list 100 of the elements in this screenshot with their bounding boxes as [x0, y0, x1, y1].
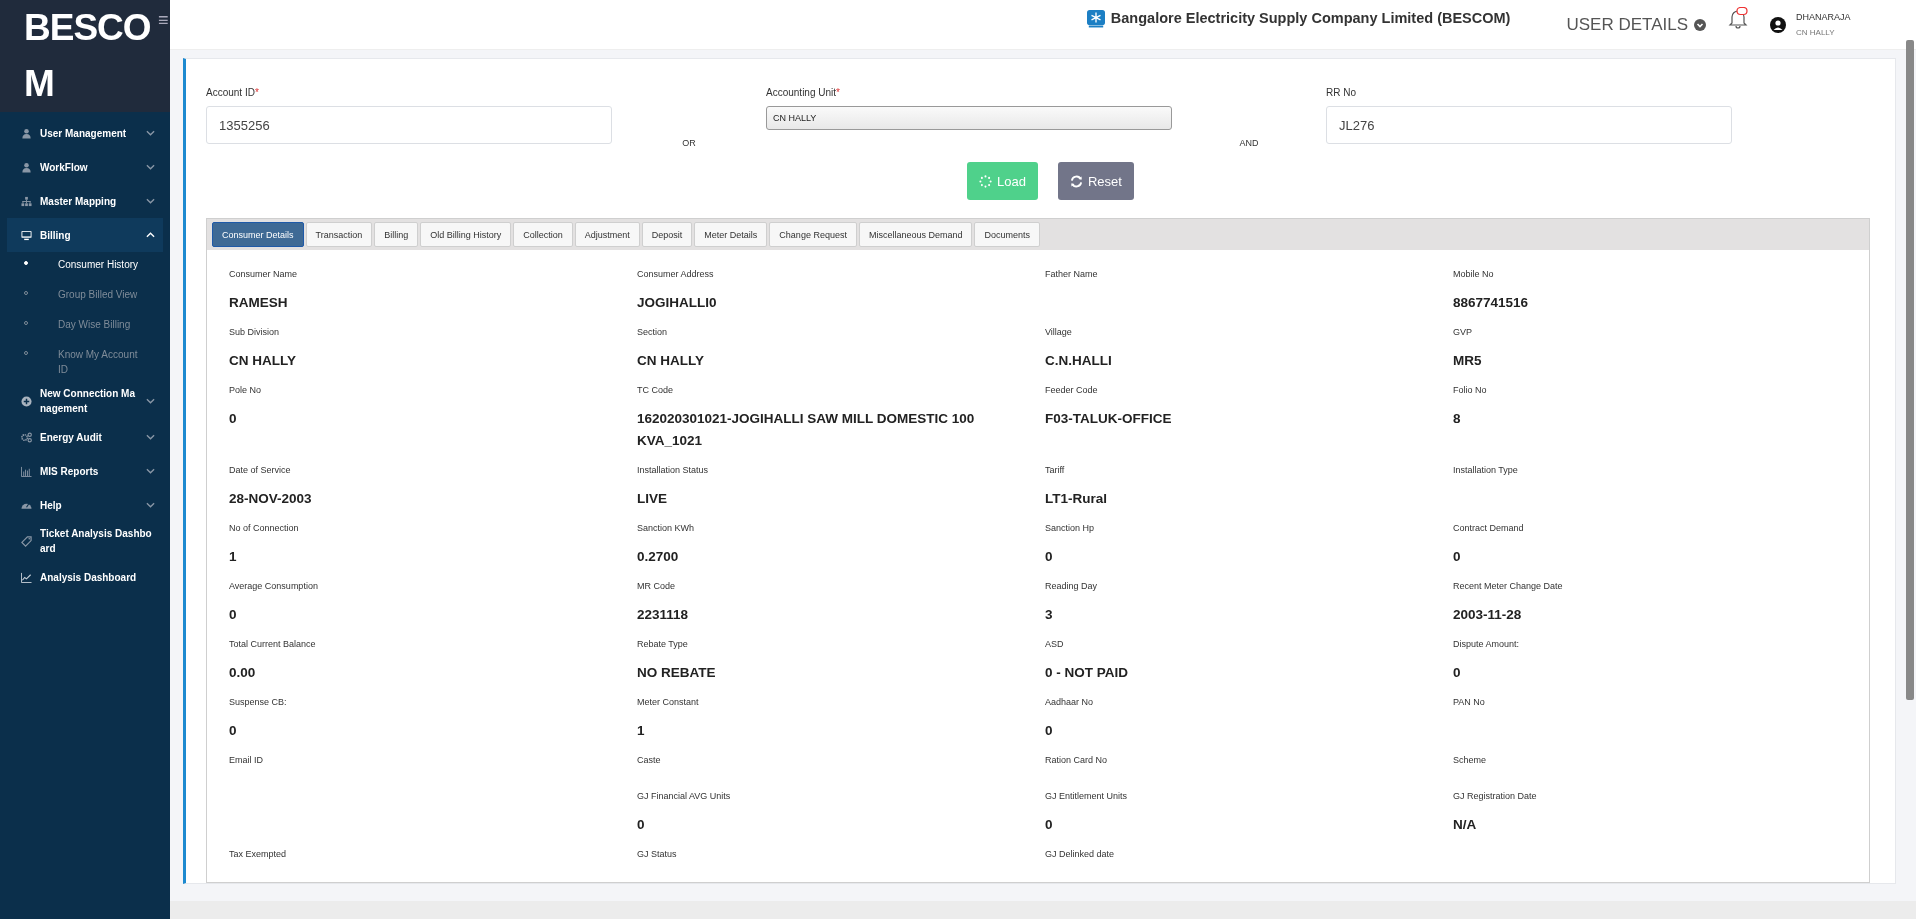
tab[interactable]: Deposit: [641, 222, 693, 247]
detail-label: Recent Meter Change Date: [1453, 580, 1564, 593]
chevron-down-icon: [146, 164, 155, 170]
sidebar-item[interactable]: Master Mapping: [7, 184, 163, 218]
detail-value: MR5: [1453, 352, 1483, 370]
user-icon: [21, 127, 32, 139]
detail-value: 0.00: [229, 664, 257, 682]
logo-text: BESCOM: [24, 6, 152, 106]
detail-value: C.N.HALLI: [1045, 352, 1113, 370]
sidebar-item[interactable]: New Connection Management: [7, 382, 163, 420]
caret-icon: [1694, 18, 1706, 31]
company-name: Bangalore Electricity Supply Company Limited (BESCOM): [1110, 9, 1511, 26]
sidebar-item[interactable]: Ticket Analysis Dashboard: [7, 522, 163, 560]
connector-label: OR: [681, 137, 697, 148]
user-details-menu[interactable]: USER DETAILS: [1566, 14, 1706, 35]
detail-value: JOGIHALLI0: [637, 294, 718, 312]
tab[interactable]: Consumer Details: [212, 222, 304, 247]
detail-label: Caste: [637, 754, 662, 767]
detail-label: Folio No: [1453, 384, 1488, 397]
connector-label: AND: [1238, 137, 1260, 148]
detail-value: CN HALLY: [229, 352, 297, 370]
field-label: Account ID*: [206, 87, 260, 98]
field-label: Accounting Unit*: [766, 87, 841, 98]
detail-label: Sub Division: [229, 326, 281, 339]
notification-bell-icon[interactable]: [1728, 7, 1748, 32]
detail-value: 0: [229, 722, 238, 740]
detail-label: GJ Status: [637, 848, 678, 861]
detail-label: Rebate Type: [637, 638, 689, 651]
tab[interactable]: Miscellaneous Demand: [858, 222, 973, 247]
user-icon: [21, 161, 32, 173]
detail-label: ASD: [1045, 638, 1065, 651]
tab[interactable]: Adjustment: [574, 222, 640, 247]
detail-label: Email ID: [229, 754, 264, 767]
detail-value: 0: [1453, 664, 1462, 682]
sidebar-item[interactable]: User Management: [7, 116, 163, 150]
detail-value: 0: [1045, 722, 1054, 740]
submenu-item[interactable]: Consumer History: [0, 252, 170, 282]
gears-icon: [21, 431, 32, 443]
submenu-item[interactable]: Group Billed View: [0, 282, 170, 312]
tab[interactable]: Transaction: [305, 222, 373, 247]
detail-value: N/A: [1453, 816, 1478, 834]
detail-value: 0: [1453, 548, 1462, 566]
input-field[interactable]: 1355256: [206, 106, 612, 144]
detail-value: 0: [1045, 548, 1054, 566]
monitor-icon: [21, 229, 32, 241]
submenu-item[interactable]: Know My Account ID: [0, 342, 170, 382]
detail-value: LIVE: [637, 490, 668, 508]
spinner-icon: [979, 174, 993, 188]
chevron-down-icon: [146, 398, 155, 404]
detail-value: 0: [637, 816, 646, 834]
detail-value: 28-NOV-2003: [229, 490, 313, 508]
scrollbar[interactable]: [1906, 40, 1914, 700]
submenu-item[interactable]: Day Wise Billing: [0, 312, 170, 342]
reset-button[interactable]: Reset: [1057, 162, 1134, 200]
sidebar-item[interactable]: WorkFlow: [7, 150, 163, 184]
select-field[interactable]: CN HALLY: [766, 106, 1172, 130]
detail-label: Father Name: [1045, 268, 1099, 281]
plus-circle-icon: [21, 395, 32, 407]
detail-label: Feeder Code: [1045, 384, 1099, 397]
detail-label: Installation Type: [1453, 464, 1519, 477]
detail-label: Tariff: [1045, 464, 1066, 477]
detail-label: Dispute Amount:: [1453, 638, 1521, 651]
detail-value: 0 - NOT PAID: [1045, 664, 1129, 682]
sidebar-item[interactable]: Energy Audit: [7, 420, 163, 454]
detail-value: 0: [229, 410, 238, 428]
tab[interactable]: Billing: [374, 222, 419, 247]
avatar-icon[interactable]: [1770, 16, 1786, 33]
detail-label: GJ Financial AVG Units: [637, 790, 732, 803]
detail-value: 8: [1453, 410, 1462, 428]
detail-label: GVP: [1453, 326, 1473, 339]
tab[interactable]: Change Request: [769, 222, 857, 247]
tab[interactable]: Documents: [974, 222, 1040, 247]
detail-value: LT1-Rural: [1045, 490, 1108, 508]
field-label: RR No: [1326, 87, 1357, 98]
tab[interactable]: Old Billing History: [420, 222, 512, 247]
user-name: DHANARAJA: [1796, 12, 1852, 22]
detail-label: Meter Constant: [637, 696, 700, 709]
tag-icon: [21, 535, 32, 547]
detail-value: 0: [1045, 816, 1054, 834]
detail-value: 2231118: [637, 606, 690, 624]
sidebar-item[interactable]: MIS Reports: [7, 454, 163, 488]
chevron-down-icon: [146, 502, 155, 508]
sidebar-item[interactable]: Analysis Dashboard: [7, 560, 163, 594]
detail-value: F03-TALUK-OFFICE: [1045, 410, 1173, 428]
tab[interactable]: Collection: [513, 222, 573, 247]
sidebar-item[interactable]: Billing: [7, 218, 163, 252]
input-field[interactable]: JL276: [1326, 106, 1732, 144]
sidebar-item[interactable]: Help: [7, 488, 163, 522]
refresh-icon: [1069, 174, 1083, 188]
detail-value: 1: [229, 548, 238, 566]
sitemap-icon: [21, 195, 32, 207]
detail-label: Average Consumption: [229, 580, 319, 593]
detail-label: Consumer Address: [637, 268, 715, 281]
chevron-down-icon: [146, 198, 155, 204]
tab[interactable]: Meter Details: [694, 222, 768, 247]
detail-label: Total Current Balance: [229, 638, 317, 651]
detail-value: NO REBATE: [637, 664, 717, 682]
detail-label: Ration Card No: [1045, 754, 1109, 767]
detail-label: MR Code: [637, 580, 676, 593]
menu-button[interactable]: ≡: [156, 0, 169, 31]
